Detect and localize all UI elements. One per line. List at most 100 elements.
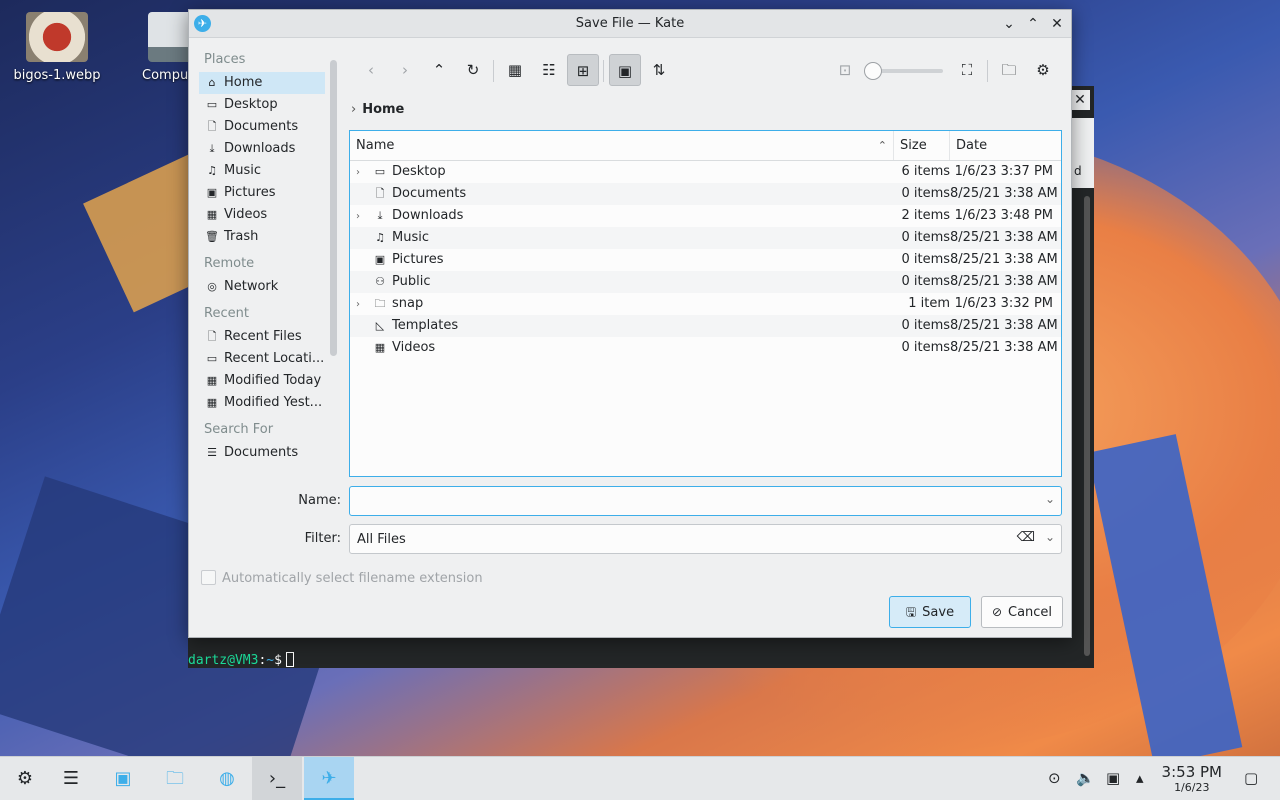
clock[interactable]: 3:53 PM 1/6/23 <box>1162 763 1222 794</box>
preview-button[interactable]: ▣ <box>609 54 641 86</box>
terminal-scrollbar[interactable] <box>1084 196 1090 656</box>
places-item-modified-yesterday[interactable]: ▦ Modified Yest... <box>199 392 325 414</box>
zoom-slider-handle[interactable] <box>864 62 882 80</box>
expand-tray-icon[interactable]: ▴ <box>1136 769 1144 787</box>
terminal-prompt[interactable]: dartz@VM3:~$ <box>188 652 294 668</box>
up-button[interactable]: ⌃ <box>423 54 455 86</box>
browser-icon[interactable]: ◍ <box>202 757 252 800</box>
discover-icon[interactable]: ▣ <box>98 757 148 800</box>
prompt-symbol: $ <box>274 653 282 668</box>
breadcrumb[interactable]: › Home <box>351 102 404 117</box>
network-tray-icon[interactable]: ▣ <box>1106 769 1120 787</box>
expand-arrow-icon[interactable]: › <box>356 294 368 316</box>
detailed-view-button[interactable]: ⊞ <box>567 54 599 86</box>
places-item-recent-files[interactable]: 🗋 Recent Files <box>199 326 325 348</box>
places-item-recent-locations[interactable]: ▭ Recent Locati... <box>199 348 325 370</box>
places-item-label: Modified Today <box>224 373 322 388</box>
file-row[interactable]: › 🗀 snap 1 item 1/6/23 3:32 PM <box>350 293 1061 315</box>
back-button[interactable]: ‹ <box>355 54 387 86</box>
column-header-date[interactable]: Date <box>950 131 1061 160</box>
filename-input[interactable]: ⌄ <box>349 486 1062 516</box>
expand-arrow-icon[interactable]: › <box>356 206 368 228</box>
column-header-size[interactable]: Size <box>894 131 950 160</box>
places-item-label: Downloads <box>224 141 296 156</box>
system-settings-icon[interactable]: ☰ <box>46 757 96 800</box>
file-manager-icon[interactable]: 🗀 <box>150 757 200 800</box>
places-item-search-documents[interactable]: ☰ Documents <box>199 442 325 464</box>
kate-task-icon[interactable]: ✈ <box>304 757 354 800</box>
options-button[interactable]: ⚙ <box>1027 54 1059 86</box>
places-item-desktop[interactable]: ▭ Desktop <box>199 94 325 116</box>
show-desktop-icon[interactable]: ▢ <box>1244 769 1258 787</box>
picture-icon: ▣ <box>374 253 386 266</box>
save-button[interactable]: 🖫 Save <box>889 596 971 628</box>
file-row[interactable]: ◺ Templates 0 items 8/25/21 3:38 AM <box>350 315 1061 337</box>
file-name-cell: ◺ Templates <box>350 315 894 337</box>
maximize-icon[interactable]: ⌃ <box>1023 14 1043 34</box>
file-list[interactable]: Name ⌃ Size Date › ▭ Desktop 6 items 1/6/23 3… <box>349 130 1062 477</box>
file-date-cell: 8/25/21 3:38 AM <box>950 252 1058 267</box>
places-item-trash[interactable]: 🗑 Trash <box>199 226 325 248</box>
places-item-documents[interactable]: 🗋 Documents <box>199 116 325 138</box>
dialog-title: Save File — Kate <box>575 16 685 31</box>
file-row[interactable]: ♫ Music 0 items 8/25/21 3:38 AM <box>350 227 1061 249</box>
places-item-music[interactable]: ♫ Music <box>199 160 325 182</box>
updates-icon[interactable]: ⊙ <box>1048 769 1061 787</box>
expand-arrow-icon[interactable]: › <box>356 162 368 184</box>
calendar-icon: ▦ <box>206 374 218 387</box>
toolbar-separator <box>987 60 988 82</box>
close-icon[interactable]: ✕ <box>1070 90 1090 110</box>
places-item-home[interactable]: ⌂ Home <box>199 72 325 94</box>
close-icon[interactable]: ✕ <box>1047 14 1067 34</box>
icons-view-button[interactable]: ▦ <box>499 54 531 86</box>
places-item-pictures[interactable]: ▣ Pictures <box>199 182 325 204</box>
file-date-cell: 8/25/21 3:38 AM <box>950 318 1058 333</box>
file-row[interactable]: 🗋 Documents 0 items 8/25/21 3:38 AM <box>350 183 1061 205</box>
cancel-icon: ⊘ <box>991 605 1002 619</box>
file-row[interactable]: › ⤓ Downloads 2 items 1/6/23 3:48 PM <box>350 205 1061 227</box>
places-item-videos[interactable]: ▦ Videos <box>199 204 325 226</box>
file-name: Music <box>392 230 429 245</box>
file-name-cell: › ⤓ Downloads <box>350 205 894 227</box>
places-scrollbar[interactable] <box>330 60 337 356</box>
compact-view-button[interactable]: ☷ <box>533 54 565 86</box>
file-size-cell: 0 items <box>901 274 950 289</box>
file-row[interactable]: ⚇ Public 0 items 8/25/21 3:38 AM <box>350 271 1061 293</box>
places-item-modified-today[interactable]: ▦ Modified Today <box>199 370 325 392</box>
file-row[interactable]: ▦ Videos 0 items 8/25/21 3:38 AM <box>350 337 1061 359</box>
reload-button[interactable]: ↻ <box>457 54 489 86</box>
forward-button[interactable]: › <box>389 54 421 86</box>
sort-button[interactable]: ⇅ <box>643 54 675 86</box>
home-icon: ⌂ <box>208 76 216 89</box>
clear-icon[interactable]: ⌫ <box>1017 530 1035 545</box>
file-row[interactable]: › ▭ Desktop 6 items 1/6/23 3:37 PM <box>350 161 1061 183</box>
column-header-name[interactable]: Name ⌃ <box>350 131 894 160</box>
file-name: Pictures <box>392 252 444 267</box>
minimize-icon[interactable]: ⌄ <box>999 14 1019 34</box>
terminal-task-icon[interactable]: ›_ <box>252 757 302 800</box>
prompt-user: dartz@VM3 <box>188 653 259 668</box>
file-name: Templates <box>392 318 459 333</box>
cancel-button[interactable]: ⊘ Cancel <box>981 596 1063 628</box>
music-icon: ♫ <box>207 164 217 177</box>
new-folder-button[interactable]: 🗀 <box>993 54 1025 86</box>
places-item-label: Trash <box>224 229 259 244</box>
terminal-side-panel: d <box>1072 118 1094 188</box>
file-name-cell: ⚇ Public <box>350 271 894 293</box>
desktop-icon-computer[interactable]: Compu <box>130 12 190 83</box>
filter-value: All Files <box>357 532 406 547</box>
app-launcher-icon[interactable]: ⚙ <box>0 757 50 800</box>
desktop-icon-image[interactable]: bigos-1.webp <box>12 12 102 83</box>
file-name-cell: ▦ Videos <box>350 337 894 359</box>
dialog-titlebar[interactable]: ✈ Save File — Kate ⌄ ⌃ ✕ <box>189 10 1071 38</box>
file-row[interactable]: ▣ Pictures 0 items 8/25/21 3:38 AM <box>350 249 1061 271</box>
chevron-down-icon[interactable]: ⌄ <box>1045 530 1055 544</box>
filter-combobox[interactable]: All Files ⌫ ⌄ <box>349 524 1062 554</box>
zoom-in-button[interactable]: ⛶ <box>951 54 983 86</box>
places-item-downloads[interactable]: ⤓ Downloads <box>199 138 325 160</box>
chevron-down-icon[interactable]: ⌄ <box>1045 492 1055 506</box>
zoom-out-button[interactable]: ⊡ <box>829 54 861 86</box>
volume-icon[interactable]: 🔈 <box>1076 769 1095 787</box>
places-item-network[interactable]: ◎ Network <box>199 276 325 298</box>
auto-extension-checkbox[interactable]: Automatically select filename extension <box>201 570 483 586</box>
